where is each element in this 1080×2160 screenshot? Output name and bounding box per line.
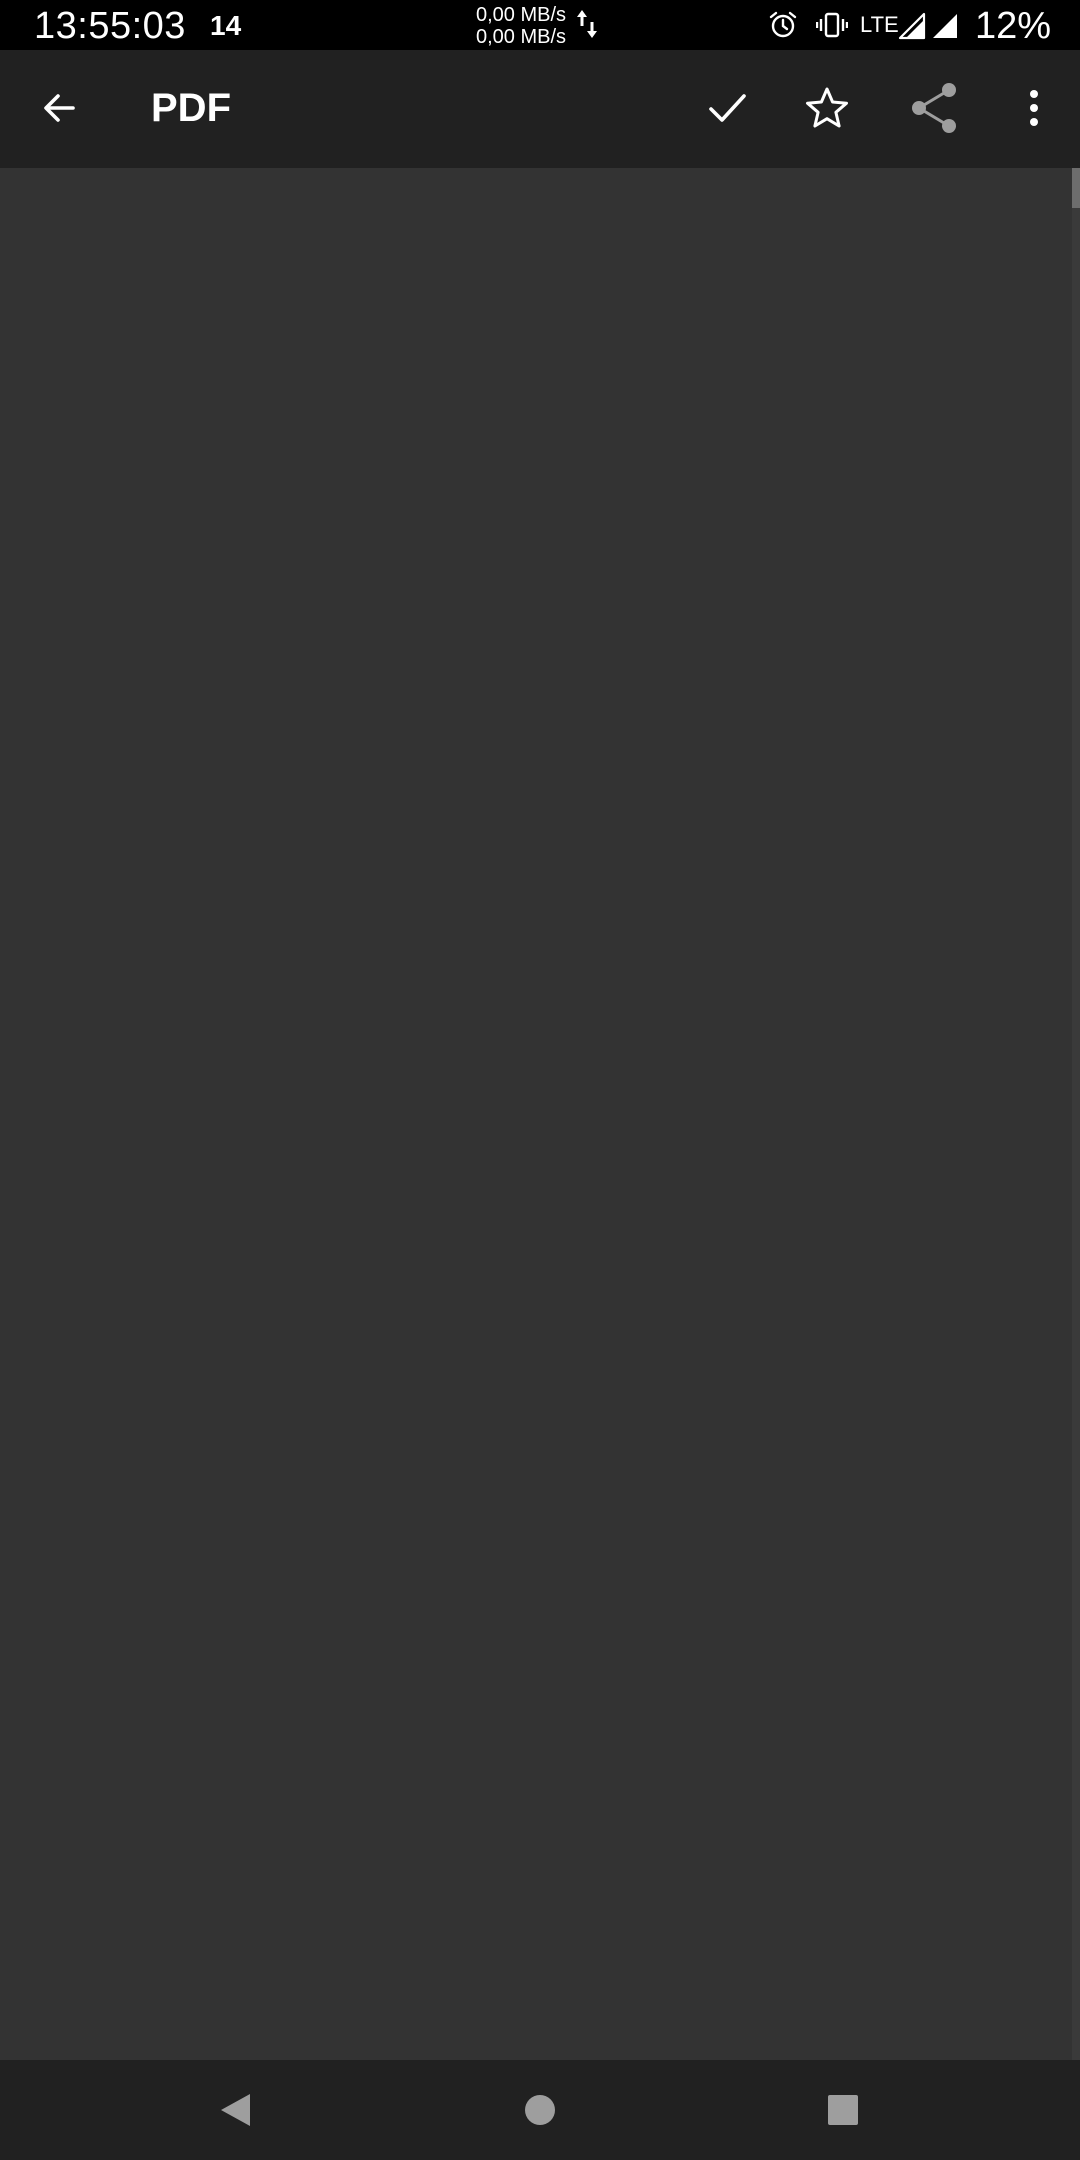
pdf-document-area[interactable]	[0, 168, 1080, 2060]
nav-home-icon	[525, 2095, 555, 2125]
nav-back-button[interactable]	[206, 2080, 266, 2140]
notification-count: 14	[210, 10, 242, 41]
scrollbar-track[interactable]	[1072, 168, 1080, 2060]
star-outline-icon	[806, 87, 848, 128]
check-button[interactable]	[689, 70, 765, 146]
net-speed-down: 0,00 MB/s	[476, 26, 567, 48]
app-bar: PDF	[0, 50, 1080, 168]
nav-back-icon	[221, 2094, 250, 2126]
alarm-icon	[769, 11, 797, 38]
nav-recents-button[interactable]	[813, 2080, 873, 2140]
favorite-button[interactable]	[789, 70, 865, 146]
nav-home-button[interactable]	[510, 2080, 570, 2140]
share-icon	[912, 83, 956, 133]
check-icon	[709, 94, 746, 122]
signal-icon	[933, 14, 957, 38]
more-options-button[interactable]	[996, 70, 1072, 146]
scrollbar-thumb[interactable]	[1072, 168, 1080, 208]
status-bar: 13:55:03 14 0,00 MB/s 0,00 MB/s LTE 12%	[0, 0, 1080, 50]
status-time: 13:55:03	[34, 5, 186, 47]
data-transfer-icon	[577, 10, 597, 38]
share-button[interactable]	[896, 70, 972, 146]
net-speed-up: 0,00 MB/s	[476, 4, 567, 26]
battery-level: 12%	[975, 5, 1052, 47]
signal-icon	[898, 12, 926, 40]
back-button[interactable]	[21, 70, 97, 146]
net-speed: 0,00 MB/s 0,00 MB/s	[476, 4, 586, 48]
arrow-back-icon	[44, 94, 75, 122]
pdf-viewer-screen: 13:55:03 14 0,00 MB/s 0,00 MB/s LTE 12% …	[0, 0, 1080, 2160]
network-type: LTE	[860, 12, 899, 37]
navigation-bar	[0, 2060, 1080, 2160]
vibrate-icon	[816, 12, 848, 38]
nav-recents-icon	[828, 2095, 858, 2125]
more-vert-icon	[1030, 90, 1038, 126]
page-title: PDF	[151, 86, 231, 130]
